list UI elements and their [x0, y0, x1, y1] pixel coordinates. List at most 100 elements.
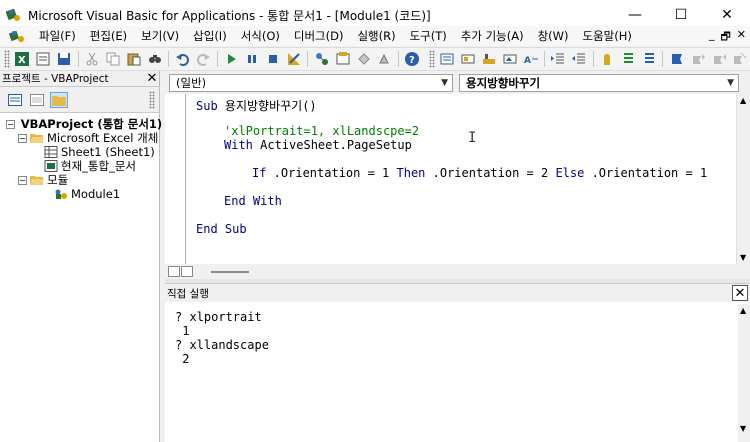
project-explorer-close-button[interactable]: ✕: [145, 71, 159, 86]
menu-tools[interactable]: 도구(T): [403, 28, 454, 44]
help-icon[interactable]: ?: [403, 50, 421, 68]
prev-bookmark-icon[interactable]: [710, 50, 728, 68]
code-editor[interactable]: Sub 용지방향바꾸기() 'xlPortrait=1, xlLandscpe=2…: [165, 94, 736, 264]
mdi-minimize-button[interactable]: _: [709, 28, 715, 47]
complete-word-icon[interactable]: A: [522, 50, 540, 68]
tree-item-module1[interactable]: Module1: [0, 187, 159, 201]
procedure-combo[interactable]: 용지방향바꾸기 ▼: [459, 73, 739, 92]
save-icon[interactable]: [55, 50, 73, 68]
next-bookmark-icon[interactable]: [689, 50, 707, 68]
collapse-icon[interactable]: −: [18, 133, 27, 143]
immediate-line: ? xlportrait: [175, 310, 262, 324]
ibeam-cursor-icon: I: [468, 130, 477, 146]
view-code-icon[interactable]: [6, 92, 24, 108]
menu-window[interactable]: 창(W): [531, 28, 576, 44]
break-icon[interactable]: [243, 50, 261, 68]
menu-file[interactable]: 파일(F): [32, 28, 83, 44]
toggle-breakpoint-icon[interactable]: [598, 50, 616, 68]
tree-item-thisworkbook[interactable]: 현재_통합_문서: [0, 159, 159, 173]
view-object-icon[interactable]: [28, 92, 46, 108]
properties-icon[interactable]: [334, 50, 352, 68]
reset-icon[interactable]: [264, 50, 282, 68]
full-module-view-button[interactable]: [181, 266, 193, 277]
tree-item-excel-objects[interactable]: − Microsoft Excel 개체: [0, 131, 159, 145]
undo-icon[interactable]: [174, 50, 192, 68]
cut-icon[interactable]: [83, 50, 101, 68]
comment-block-icon[interactable]: [619, 50, 637, 68]
toolbar-separator: [307, 51, 309, 67]
horizontal-scroll-thumb[interactable]: [211, 270, 249, 273]
object-browser-icon[interactable]: [355, 50, 373, 68]
window-title: Microsoft Visual Basic for Applications …: [28, 8, 431, 23]
paste-icon[interactable]: [125, 50, 143, 68]
toolbar-separator: [216, 51, 218, 67]
menu-addins[interactable]: 추가 기능(A): [454, 28, 531, 44]
menu-insert[interactable]: 삽입(I): [186, 28, 234, 44]
collapse-icon[interactable]: −: [18, 175, 27, 185]
tree-label: 모듈: [47, 173, 69, 187]
tree-label: Sheet1 (Sheet1): [61, 145, 155, 159]
mdi-restore-button[interactable]: 🗗: [720, 28, 730, 47]
tree-label: Microsoft Excel 개체: [47, 131, 159, 145]
insert-module-icon[interactable]: [34, 50, 52, 68]
tree-item-vbaproject[interactable]: − VBAProject (통합 문서1): [0, 117, 162, 131]
collapse-icon[interactable]: −: [6, 119, 15, 129]
scroll-down-icon[interactable]: ▼: [740, 253, 746, 262]
find-icon[interactable]: [146, 50, 164, 68]
toolbar-grip[interactable]: [428, 50, 435, 68]
immediate-vertical-scrollbar[interactable]: ▲ ▼: [738, 304, 750, 442]
project-explorer-icon[interactable]: [313, 50, 331, 68]
immediate-window-close-button[interactable]: ✕: [732, 285, 748, 301]
clear-bookmarks-icon[interactable]: [731, 50, 749, 68]
toggle-bookmark-icon[interactable]: [668, 50, 686, 68]
mdi-close-button[interactable]: ✕: [737, 28, 746, 47]
svg-text:A: A: [524, 56, 531, 66]
toggle-folders-icon[interactable]: [50, 91, 68, 108]
menu-edit[interactable]: 편집(E): [83, 28, 134, 44]
vba-menu-icon[interactable]: [8, 28, 26, 44]
toolbar-separator: [77, 51, 79, 67]
scroll-up-icon[interactable]: ▲: [740, 96, 746, 105]
scroll-down-icon[interactable]: ▼: [740, 424, 746, 433]
redo-icon[interactable]: [194, 50, 212, 68]
code-horizontal-bar: [165, 264, 750, 279]
excel-view-icon[interactable]: X: [13, 50, 31, 68]
run-icon[interactable]: [222, 50, 240, 68]
uncomment-block-icon[interactable]: [640, 50, 658, 68]
immediate-window-header: 직접 실행 ✕: [165, 284, 750, 302]
tree-item-sheet1[interactable]: Sheet1 (Sheet1): [0, 145, 159, 159]
code-window-combos: (일반) ▼ 용지방향바꾸기 ▼: [165, 71, 750, 94]
folder-open-icon: [30, 134, 44, 143]
scroll-up-icon[interactable]: ▲: [740, 306, 746, 315]
list-constants-icon[interactable]: [459, 50, 477, 68]
code-text: .Orientation = 1: [584, 166, 708, 180]
panel-grip[interactable]: [149, 91, 155, 109]
immediate-output[interactable]: ? xlportrait 1 ? xllandscape 2: [165, 304, 740, 439]
design-mode-icon[interactable]: [285, 50, 303, 68]
menu-debug[interactable]: 디버그(D): [287, 28, 351, 44]
svg-text:X: X: [18, 55, 26, 66]
menu-format[interactable]: 서식(O): [234, 28, 287, 44]
sheet-icon: [44, 146, 58, 158]
chevron-down-icon: ▼: [441, 77, 448, 88]
procedure-view-button[interactable]: [168, 266, 180, 277]
tree-item-modules[interactable]: − 모듈: [0, 173, 159, 187]
indent-icon[interactable]: [550, 50, 568, 68]
menu-view[interactable]: 보기(V): [134, 28, 186, 44]
quick-info-icon[interactable]: [480, 50, 498, 68]
menu-run[interactable]: 실행(R): [350, 28, 402, 44]
menu-help[interactable]: 도움말(H): [576, 28, 639, 44]
immediate-line: 2: [175, 352, 190, 366]
outdent-icon[interactable]: [570, 50, 588, 68]
code-keyword: End Sub: [196, 222, 247, 236]
parameter-info-icon[interactable]: [501, 50, 519, 68]
toolbox-icon[interactable]: [375, 50, 393, 68]
object-combo[interactable]: (일반) ▼: [169, 73, 453, 92]
code-vertical-scrollbar[interactable]: ▲ ▼: [736, 94, 750, 264]
tree-label: Module1: [71, 187, 121, 201]
copy-icon[interactable]: [104, 50, 122, 68]
toolbar-grip[interactable]: [4, 50, 10, 68]
code-keyword: If: [252, 166, 267, 180]
list-properties-icon[interactable]: [438, 50, 456, 68]
toolbar-separator: [397, 51, 399, 67]
